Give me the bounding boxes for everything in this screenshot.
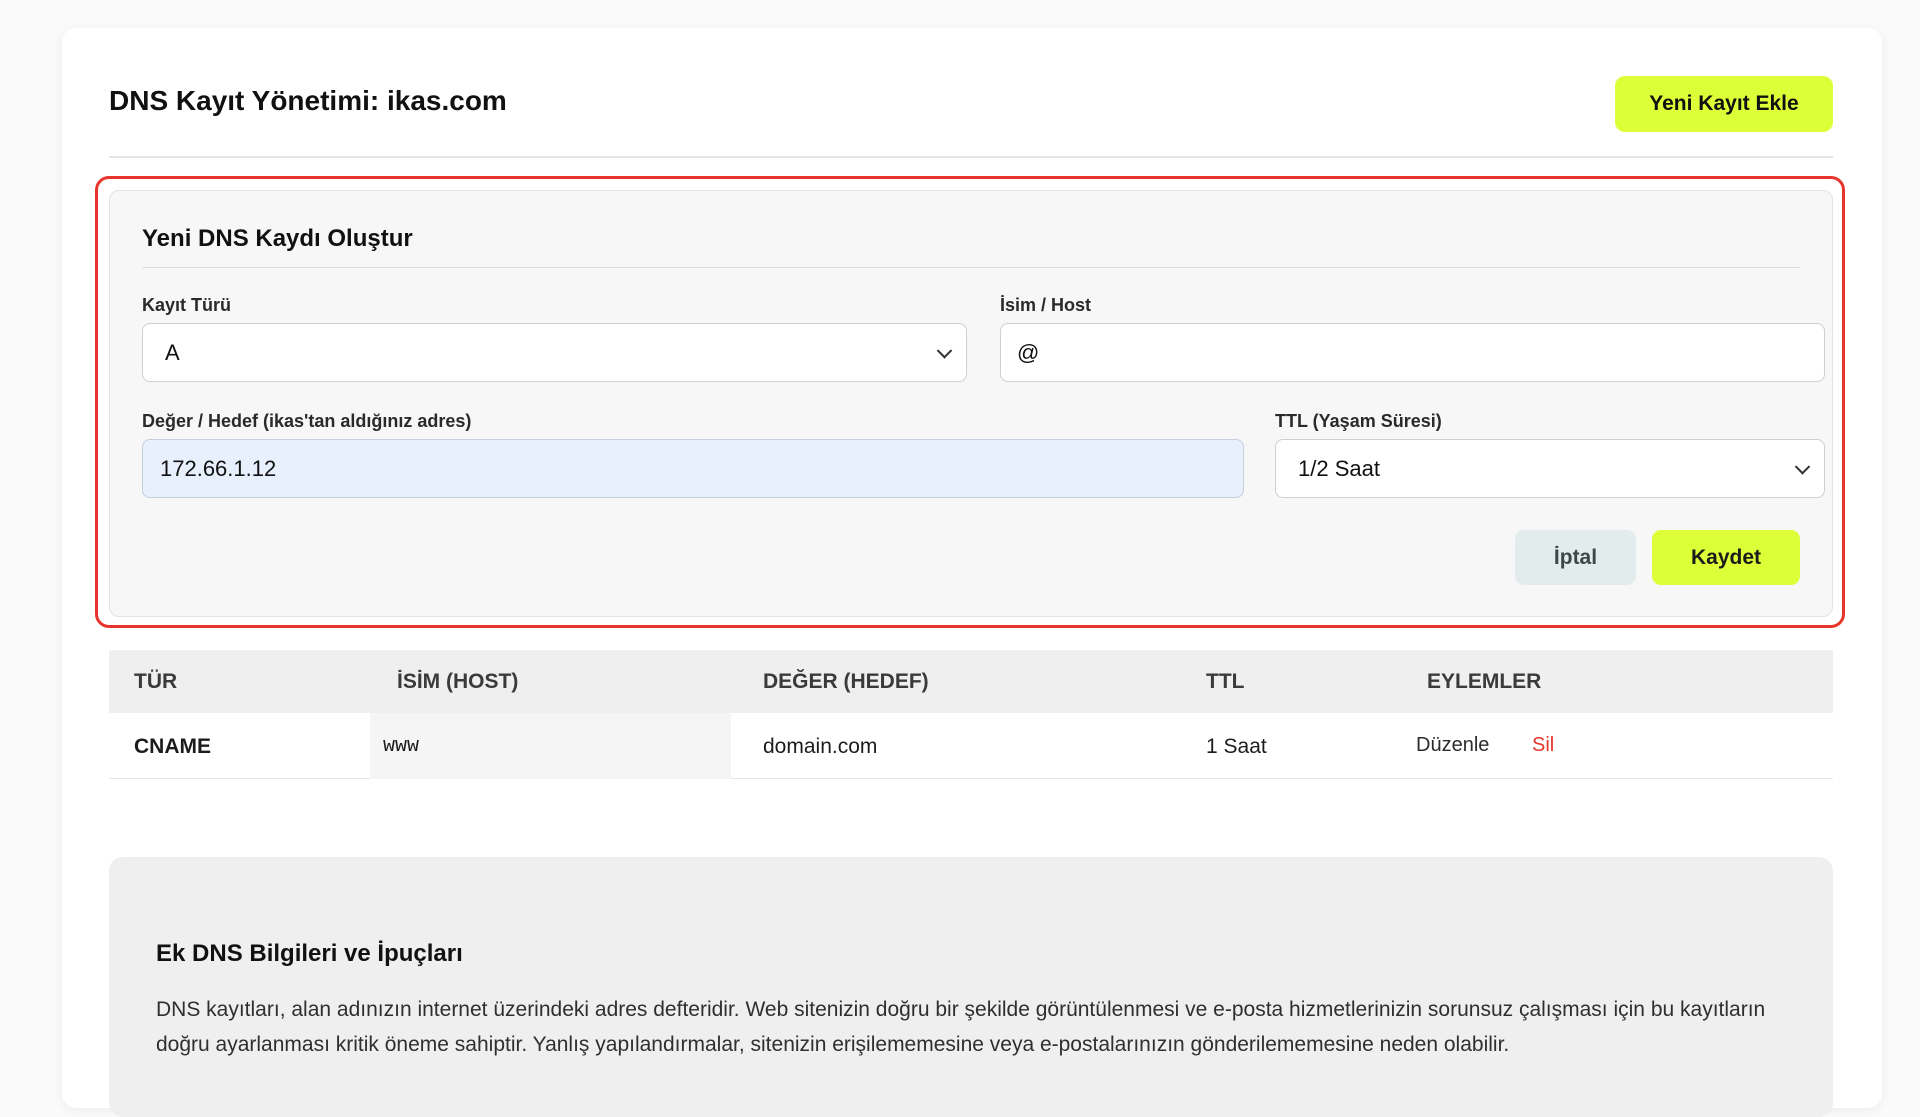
page-title: DNS Kayıt Yönetimi: ikas.com bbox=[109, 85, 507, 116]
record-type-select[interactable]: A bbox=[142, 323, 967, 382]
ttl-select[interactable]: 1/2 Saat bbox=[1275, 439, 1825, 498]
column-header-value: DEĞER (HEDEF) bbox=[763, 670, 929, 693]
ttl-label: TTL (Yaşam Süresi) bbox=[1275, 411, 1442, 431]
info-title: Ek DNS Bilgileri ve İpuçları bbox=[156, 940, 463, 967]
save-button[interactable]: Kaydet bbox=[1652, 530, 1800, 585]
column-header-host: İSİM (HOST) bbox=[397, 670, 519, 693]
row-ttl: 1 Saat bbox=[1206, 735, 1267, 758]
form-title: Yeni DNS Kaydı Oluştur bbox=[142, 225, 413, 252]
info-panel bbox=[109, 857, 1833, 1117]
delete-link[interactable]: Sil bbox=[1532, 734, 1554, 757]
chevron-down-icon bbox=[1794, 458, 1811, 475]
row-type: CNAME bbox=[134, 735, 211, 758]
value-input[interactable]: 172.66.1.12 bbox=[142, 439, 1244, 498]
add-record-button[interactable]: Yeni Kayıt Ekle bbox=[1615, 76, 1833, 132]
chevron-down-icon bbox=[936, 342, 953, 359]
ttl-value: 1/2 Saat bbox=[1298, 455, 1380, 481]
header-divider bbox=[109, 156, 1833, 158]
form-divider bbox=[142, 267, 1800, 268]
cancel-button[interactable]: İptal bbox=[1515, 530, 1636, 585]
column-header-ttl: TTL bbox=[1206, 670, 1245, 693]
column-header-actions: EYLEMLER bbox=[1427, 670, 1542, 693]
value-label: Değer / Hedef (ikas'tan aldığınız adres) bbox=[142, 411, 472, 431]
host-value: @ bbox=[1017, 339, 1040, 365]
row-value: domain.com bbox=[763, 735, 878, 758]
value-value: 172.66.1.12 bbox=[160, 455, 277, 481]
column-header-type: TÜR bbox=[134, 670, 178, 693]
record-type-value: A bbox=[165, 339, 180, 365]
row-host: www bbox=[383, 735, 420, 758]
table-header bbox=[109, 650, 1833, 713]
host-label: İsim / Host bbox=[1000, 295, 1092, 315]
info-text: DNS kayıtları, alan adınızın internet üz… bbox=[156, 998, 1766, 1056]
host-input[interactable]: @ bbox=[1000, 323, 1825, 382]
table-row bbox=[109, 713, 1833, 779]
host-cell-background bbox=[370, 713, 731, 779]
edit-link[interactable]: Düzenle bbox=[1416, 734, 1489, 757]
record-type-label: Kayıt Türü bbox=[142, 295, 232, 315]
